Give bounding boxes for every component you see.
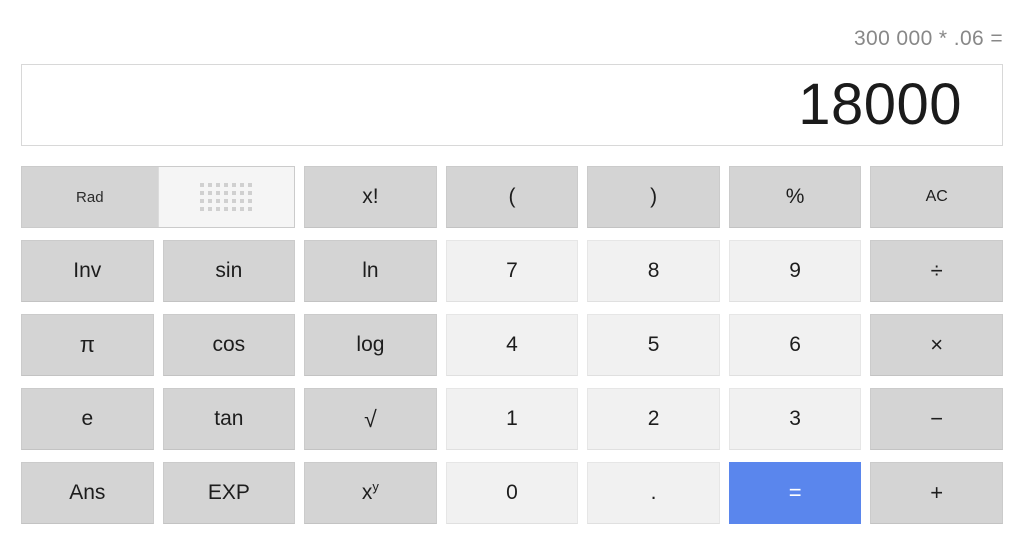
key-divide[interactable]: ÷ [870,240,1003,302]
key-label: π [79,332,95,357]
calculator-app: 300 000 * .06 = 18000 Rad x! ( ) % AC In… [0,0,1024,543]
key-label: 4 [506,333,518,356]
key-close-paren[interactable]: ) [587,166,720,228]
key-3[interactable]: 3 [728,388,862,450]
key-0[interactable]: 0 [445,462,579,524]
key-label: 1 [506,407,518,430]
key-equals[interactable]: = [728,462,862,524]
key-answer[interactable]: Ans [21,462,154,524]
key-6[interactable]: 6 [728,314,862,376]
key-open-paren[interactable]: ( [445,166,579,228]
key-pi[interactable]: π [21,314,154,376]
key-label: % [785,185,805,208]
key-label: ÷ [930,258,943,283]
expression-row: 300 000 * .06 = [21,24,1003,54]
key-label: = [788,480,802,505]
key-ln[interactable]: ln [304,240,437,302]
key-label: × [930,332,944,357]
key-label: 6 [789,333,801,356]
key-5[interactable]: 5 [587,314,720,376]
toggle-segment-keypad[interactable] [157,167,295,227]
key-label: sin [215,259,243,282]
toggle-segment-rad[interactable]: Rad [22,167,158,227]
key-label: EXP [207,481,250,504]
key-9[interactable]: 9 [728,240,862,302]
key-label: 2 [647,407,660,430]
result-value: 18000 [798,72,962,137]
key-decimal-point[interactable]: . [587,462,720,524]
key-label: e [81,407,94,430]
key-all-clear[interactable]: AC [870,166,1003,228]
key-inverse[interactable]: Inv [21,240,154,302]
angle-mode-toggle: Rad [21,166,296,228]
key-cos[interactable]: cos [162,314,296,376]
key-2[interactable]: 2 [587,388,720,450]
keypad: Rad x! ( ) % AC Inv sin ln 7 8 9 ÷ π cos [21,166,1003,524]
key-exponent-exp[interactable]: EXP [162,462,296,524]
key-label: cos [212,333,246,356]
key-label: 7 [506,259,518,282]
key-label: x! [362,185,379,208]
key-multiply[interactable]: × [870,314,1003,376]
key-label: √ [364,405,377,432]
key-tan[interactable]: tan [162,388,296,450]
key-8[interactable]: 8 [587,240,720,302]
key-label: 5 [647,333,660,356]
key-label: 3 [789,407,801,430]
key-label: ) [650,185,658,208]
key-label: 8 [647,259,660,282]
key-log[interactable]: log [304,314,437,376]
result-display[interactable]: 18000 [21,64,1003,146]
key-label: log [356,333,385,356]
key-label: . [650,481,657,504]
key-label: ( [508,185,516,208]
key-label: Inv [73,259,102,282]
key-label: 9 [789,259,801,282]
expression-text: 300 000 * .06 = [853,27,1003,50]
key-1[interactable]: 1 [445,388,579,450]
key-label: tan [214,407,244,430]
key-power[interactable]: xy [304,462,437,524]
key-factorial[interactable]: x! [304,166,437,228]
key-percent[interactable]: % [728,166,862,228]
key-label: AC [925,188,948,205]
key-euler[interactable]: e [21,388,154,450]
key-label: ln [362,259,379,282]
key-label: − [930,406,944,431]
key-label: x [361,481,373,504]
key-label: + [930,480,944,505]
key-sin[interactable]: sin [162,240,296,302]
dot-grid-icon [200,183,253,211]
key-7[interactable]: 7 [445,240,579,302]
key-subtract[interactable]: − [870,388,1003,450]
key-add[interactable]: + [870,462,1003,524]
key-label: 0 [506,481,518,504]
key-label: Ans [69,481,106,504]
key-4[interactable]: 4 [445,314,579,376]
key-square-root[interactable]: √ [304,388,437,450]
